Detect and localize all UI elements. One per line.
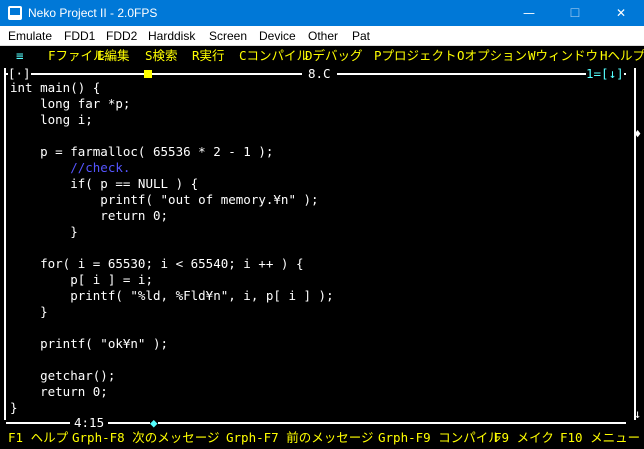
menu-device[interactable]: Device — [259, 29, 296, 43]
status-compile[interactable]: Grph-F9 コンパイル — [378, 430, 501, 446]
maximize-button[interactable]: ☐ — [552, 0, 598, 26]
minimize-button[interactable]: — — [506, 0, 552, 26]
horizontal-scroll-thumb[interactable]: ◆ — [150, 415, 158, 431]
status-next-message[interactable]: Grph-F8 次のメッセージ — [72, 430, 219, 446]
status-menu[interactable]: F10 メニュー — [560, 430, 640, 446]
cursor-position: 4:15 — [70, 415, 109, 431]
menu-other[interactable]: Other — [308, 29, 338, 43]
code-editor[interactable]: int main() { long far *p; long i; p = fa… — [10, 80, 334, 416]
system-menu-icon[interactable]: ≡ — [16, 48, 24, 64]
scroll-down-icon[interactable]: ↓ — [634, 406, 641, 422]
title-bar: Neko Project II - 2.0FPS — ☐ ✕ — [0, 0, 644, 26]
menu-harddisk[interactable]: Harddisk — [148, 29, 195, 43]
menu-edit[interactable]: E編集 — [97, 48, 130, 64]
menu-fdd2[interactable]: FDD2 — [106, 29, 137, 43]
menu-bar: Emulate FDD1 FDD2 Harddisk Screen Device… — [0, 26, 644, 46]
window-title: Neko Project II - 2.0FPS — [28, 6, 158, 20]
menu-fdd1[interactable]: FDD1 — [64, 29, 95, 43]
menu-emulate[interactable]: Emulate — [8, 29, 52, 43]
status-prev-message[interactable]: Grph-F7 前のメッセージ — [226, 430, 373, 446]
status-help[interactable]: F1 ヘルプ — [8, 430, 68, 446]
menu-compile[interactable]: Cコンパイル — [239, 48, 309, 64]
close-button[interactable]: ✕ — [598, 0, 644, 26]
menu-debug[interactable]: Dデバッグ — [305, 48, 363, 64]
menu-window[interactable]: Wウィンドウ — [528, 48, 598, 64]
app-icon — [8, 6, 22, 20]
menu-help[interactable]: Hヘルプ — [600, 48, 644, 64]
menu-project[interactable]: Pプロジェクト — [374, 48, 457, 64]
menu-options[interactable]: Oオプション — [457, 48, 527, 64]
status-make[interactable]: F9 メイク — [494, 430, 554, 446]
menu-pat[interactable]: Pat — [352, 29, 370, 43]
emulator-screen[interactable]: ≡ Fファイル E編集 S検索 R実行 Cコンパイル Dデバッグ Pプロジェクト… — [0, 46, 644, 449]
menu-screen[interactable]: Screen — [209, 29, 247, 43]
scroll-thumb[interactable]: ♦ — [634, 126, 641, 142]
menu-search[interactable]: S検索 — [145, 48, 178, 64]
menu-run[interactable]: R実行 — [192, 48, 225, 64]
